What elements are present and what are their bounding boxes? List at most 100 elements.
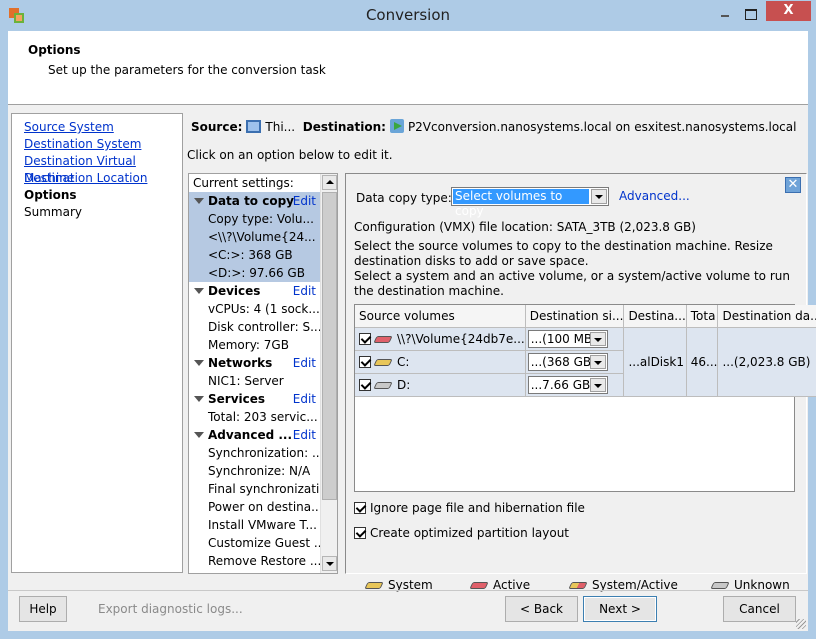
category-label: Devices [208,284,261,298]
col-source-volumes[interactable]: Source volumes [355,305,526,328]
destination-size-value: ...(368 GB) [530,354,596,369]
collapse-arrow-icon[interactable] [194,432,204,438]
setting-value: Power on destina... [208,500,320,514]
window-title: Conversion [365,6,451,24]
optimized-partition-label: Create optimized partition layout [370,526,570,540]
footer-divider [8,590,808,591]
edit-advanced-link[interactable]: Edit [293,426,316,444]
edit-devices-link[interactable]: Edit [293,282,316,300]
destination-disk-cell: ...alDisk1 [623,327,687,397]
table-row[interactable]: \\?\Volume{24db7e... ...(100 MB) ...alDi… [355,327,816,397]
nav-destination-virtual-machine[interactable]: Destination Virtual Machine [24,153,182,185]
chevron-down-icon[interactable] [589,377,606,392]
destination-size-select[interactable]: ...7.66 GB) [527,375,608,394]
volume-name: C: [397,354,410,369]
volume-checkbox[interactable] [359,332,371,345]
settings-header: Current settings: [193,176,294,190]
back-button[interactable]: < Back [505,596,578,622]
data-to-copy-panel: ✕ Data copy type: Select volumes to copy… [345,173,816,592]
scrollbar-thumb[interactable] [322,192,337,500]
resize-grip[interactable] [796,619,806,629]
collapse-arrow-icon[interactable] [194,198,204,204]
system-active-volume-icon [568,582,588,589]
help-button[interactable]: Help [19,596,67,622]
data-copy-type-label: Data copy type: [356,191,452,205]
destination-size-value: ...7.66 GB) [530,377,595,392]
active-volume-icon [469,582,489,589]
volume-name: \\?\Volume{24db7e... [397,331,525,346]
edit-data-to-copy-link[interactable]: Edit [293,192,316,210]
nav-source-system[interactable]: Source System [24,119,182,136]
setting-value: Customize Guest ... [208,536,320,550]
cancel-button[interactable]: Cancel [723,596,796,622]
data-copy-type-value: Select volumes to copy [453,189,589,218]
setting-value: <C:>: 368 GB [208,248,293,262]
source-label: Source: [191,120,243,134]
computer-icon [246,120,262,133]
system-volume-icon [373,358,393,366]
volume-checkbox[interactable] [359,378,371,391]
nav-destination-system[interactable]: Destination System [24,136,182,153]
close-panel-icon[interactable]: ✕ [785,177,801,193]
instructions-line-1: Select the source volumes to copy to the… [354,239,773,268]
chevron-down-icon[interactable] [589,354,606,369]
destination-size-select[interactable]: ...(100 MB) [527,329,608,348]
col-destination-disk[interactable]: Destina... [623,305,687,328]
settings-group-advanced[interactable]: Advanced ... Edit Synchronization: ... Sy… [189,426,320,570]
window-client: Options Set up the parameters for the co… [8,31,816,631]
settings-group-networks[interactable]: Networks Edit NIC1: Server [189,354,320,390]
data-copy-type-select[interactable]: Select volumes to copy [451,187,609,218]
close-window-button[interactable]: X [766,1,811,21]
ignore-pagefile-option[interactable]: Ignore page file and hibernation file [354,501,585,515]
source-destination-summary: Source: Thi... Destination: P2Vconversion.… [191,119,801,134]
col-destination-datastore[interactable]: Destination da... [717,305,816,328]
col-total[interactable]: Tota [686,305,719,328]
export-diagnostic-logs-link[interactable]: Export diagnostic logs... [98,602,243,616]
nav-destination-location[interactable]: Destination Location [24,170,182,187]
destination-label: Destination: [302,120,386,134]
ignore-pagefile-checkbox[interactable] [354,502,366,514]
nav-options: Options [24,188,77,202]
volume-checkbox[interactable] [359,355,371,368]
edit-networks-link[interactable]: Edit [293,354,316,372]
optimized-partition-checkbox[interactable] [354,527,366,539]
scroll-down-button[interactable] [322,556,337,571]
vmx-location-text: Configuration (VMX) file location: SATA_… [354,220,696,234]
table-header-row: Source volumes Destination si... Destina… [355,305,816,328]
category-label: Data to copy [208,194,294,208]
setting-value: Remove Restore ... [208,554,320,568]
setting-value: vCPUs: 4 (1 sock... [208,302,320,316]
optimized-partition-option[interactable]: Create optimized partition layout [354,526,569,540]
maximize-button[interactable] [738,3,762,25]
chevron-down-icon[interactable] [591,189,607,204]
collapse-arrow-icon[interactable] [194,360,204,366]
setting-value: <\\?\Volume{24... [208,230,316,244]
col-destination-size[interactable]: Destination si... [525,305,625,328]
collapse-arrow-icon[interactable] [194,288,204,294]
destination-datastore-cell: ...(2,023.8 GB) [717,327,816,397]
destination-value: P2Vconversion.nanosystems.local on esxit… [407,120,801,134]
page-title: Options [28,43,81,57]
nav-summary: Summary [24,205,82,219]
collapse-arrow-icon[interactable] [194,396,204,402]
minimize-button[interactable] [713,3,737,25]
setting-value: NIC1: Server [208,374,284,388]
edit-services-link[interactable]: Edit [293,390,316,408]
unknown-volume-icon [710,582,730,589]
next-button[interactable]: Next > [583,596,657,622]
current-settings-list: Current settings: Data to copy Edit Copy … [188,173,338,574]
destination-size-select[interactable]: ...(368 GB) [527,352,608,371]
volume-instructions: Select the source volumes to copy to the… [354,239,794,299]
edit-hint: Click on an option below to edit it. [187,148,393,162]
settings-group-devices[interactable]: Devices Edit vCPUs: 4 (1 sock... Disk con… [189,282,320,354]
settings-group-data-to-copy[interactable]: Data to copy Edit Copy type: Volu... <\\?… [189,192,320,282]
settings-group-services[interactable]: Services Edit Total: 203 servic... [189,390,320,426]
scroll-up-button[interactable] [322,175,337,190]
advanced-link[interactable]: Advanced... [619,189,690,203]
category-label: Services [208,392,266,406]
page-subtitle: Set up the parameters for the conversion… [48,63,326,77]
virtual-machine-icon [389,119,404,133]
chevron-down-icon[interactable] [589,331,606,346]
setting-value: <D:>: 97.66 GB [208,266,305,280]
settings-scrollbar[interactable] [320,174,337,573]
